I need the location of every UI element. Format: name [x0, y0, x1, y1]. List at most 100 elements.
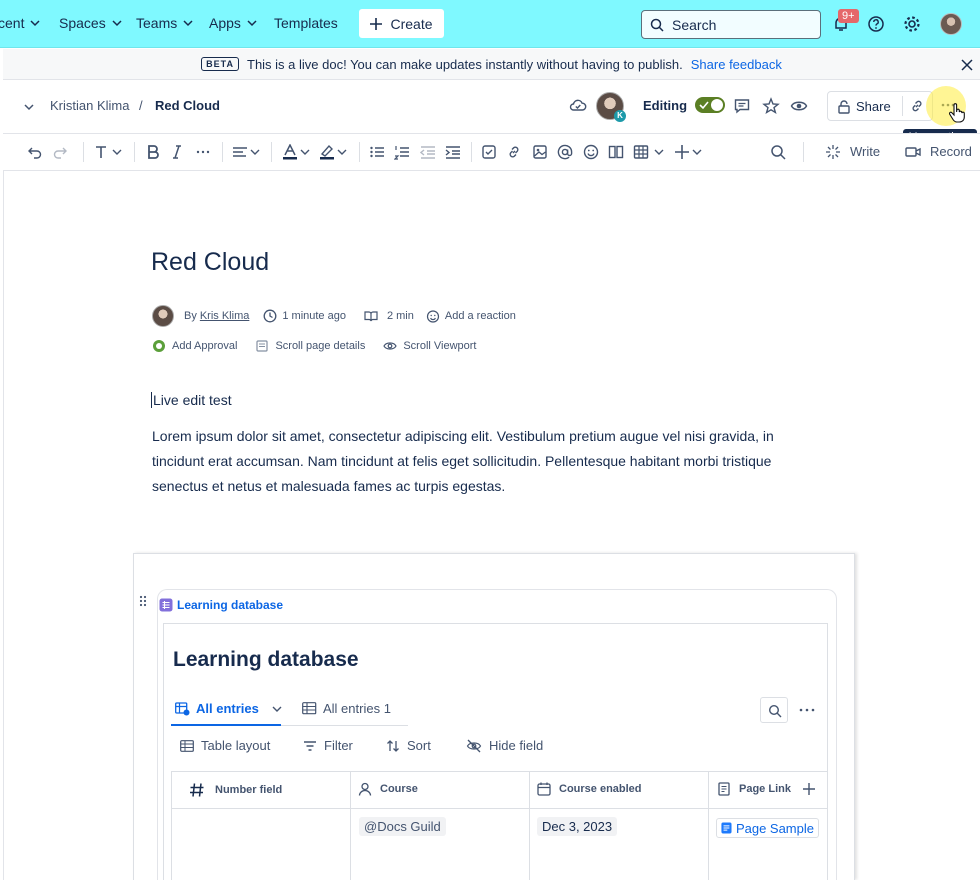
- tab-all-entries-label: All entries: [196, 701, 259, 716]
- text-color-icon[interactable]: [282, 144, 298, 160]
- chevron-down-icon[interactable]: [336, 144, 348, 160]
- editing-toggle[interactable]: [695, 97, 725, 113]
- more-formatting-icon[interactable]: [195, 144, 211, 160]
- byline-by: By: [184, 310, 197, 322]
- chevron-down-icon[interactable]: [299, 144, 311, 160]
- add-reaction-icon[interactable]: [426, 309, 440, 323]
- nav-teams-menu[interactable]: Teams: [136, 15, 193, 31]
- chevron-down-icon[interactable]: [23, 101, 35, 113]
- column-header-course-enabled[interactable]: Course enabled: [537, 782, 642, 796]
- lock-icon: [838, 100, 850, 114]
- top-navigation-bar: cent Spaces Teams Apps Templates Create …: [0, 0, 980, 48]
- align-left-icon[interactable]: [232, 144, 248, 160]
- chevron-down-icon[interactable]: [111, 144, 123, 160]
- nav-templates-link[interactable]: Templates: [274, 15, 338, 31]
- cell-course-mention[interactable]: @Docs Guild: [359, 817, 446, 836]
- bullet-list-icon[interactable]: [369, 144, 385, 160]
- gear-icon[interactable]: [903, 15, 921, 33]
- nav-recent-label: cent: [0, 15, 24, 31]
- comment-icon[interactable]: [733, 97, 751, 115]
- author-avatar[interactable]: [152, 305, 174, 327]
- cell-course-enabled-date[interactable]: Dec 3, 2023: [537, 817, 617, 836]
- chevron-down-icon[interactable]: [653, 144, 665, 160]
- nav-recent-menu[interactable]: cent: [0, 15, 40, 31]
- table-layout-button[interactable]: Table layout: [180, 738, 270, 753]
- star-icon[interactable]: [762, 97, 780, 115]
- filter-button[interactable]: Filter: [303, 738, 353, 753]
- add-approval-button[interactable]: Add Approval: [172, 340, 237, 352]
- emoji-icon[interactable]: [583, 144, 599, 160]
- link-icon[interactable]: [910, 99, 924, 113]
- close-icon[interactable]: [960, 58, 974, 72]
- read-time: 2 min: [387, 310, 414, 322]
- italic-icon[interactable]: [169, 144, 185, 160]
- eye-icon[interactable]: [790, 97, 808, 115]
- numbered-list-icon[interactable]: [394, 144, 410, 160]
- highlight-icon[interactable]: [319, 144, 335, 160]
- database-search-button[interactable]: [760, 697, 788, 723]
- insert-plus-icon[interactable]: [674, 144, 690, 160]
- paragraph-lorem[interactable]: Lorem ipsum dolor sit amet, consectetur …: [152, 424, 822, 499]
- sort-button[interactable]: Sort: [386, 738, 431, 753]
- scroll-viewport-button[interactable]: Scroll Viewport: [403, 340, 476, 352]
- task-checkbox-icon[interactable]: [481, 144, 497, 160]
- chevron-down-icon[interactable]: [691, 144, 703, 160]
- breadcrumb-parent[interactable]: Kristian Klima: [50, 98, 129, 113]
- column-header-course[interactable]: Course: [358, 782, 418, 796]
- ai-sparkle-icon[interactable]: [825, 144, 841, 160]
- hide-field-label: Hide field: [489, 738, 543, 753]
- nav-apps-label: Apps: [209, 15, 241, 31]
- bold-icon[interactable]: [145, 144, 161, 160]
- indent-icon[interactable]: [445, 144, 461, 160]
- search-input[interactable]: Search: [641, 10, 821, 39]
- video-record-icon[interactable]: [905, 144, 921, 160]
- column-header-page-link[interactable]: Page Link: [717, 782, 791, 796]
- toolbar-divider: [271, 142, 272, 162]
- write-label[interactable]: Write: [850, 144, 880, 159]
- clock-icon: [263, 309, 277, 323]
- cell-page-link-label: Page Sample: [736, 821, 814, 836]
- drag-handle-icon[interactable]: [138, 594, 148, 608]
- table-icon[interactable]: [633, 144, 649, 160]
- layout-columns-icon[interactable]: [608, 144, 624, 160]
- share-button[interactable]: Share: [827, 91, 933, 121]
- chevron-down-icon[interactable]: [271, 703, 283, 715]
- eye-off-icon: [466, 739, 482, 753]
- column-header-number[interactable]: Number field: [189, 782, 282, 798]
- page-byline: By Kris Klima 1 minute ago 2 min Add a r…: [152, 306, 516, 326]
- nav-spaces-menu[interactable]: Spaces: [59, 15, 122, 31]
- help-icon[interactable]: [867, 15, 885, 33]
- breadcrumb-current[interactable]: Red Cloud: [155, 98, 220, 113]
- image-icon[interactable]: [532, 144, 548, 160]
- mention-icon[interactable]: [557, 144, 573, 160]
- viewport-eye-icon: [383, 339, 397, 353]
- text-style-icon[interactable]: [94, 144, 110, 160]
- link-icon[interactable]: [506, 144, 522, 160]
- page-icon: [717, 782, 731, 796]
- paragraph-live-edit[interactable]: Live edit test: [151, 392, 232, 408]
- nav-apps-menu[interactable]: Apps: [209, 15, 257, 31]
- redo-icon[interactable]: [52, 144, 68, 160]
- find-replace-icon[interactable]: [770, 144, 786, 160]
- tab-all-entries[interactable]: All entries: [175, 701, 283, 716]
- profile-avatar[interactable]: [940, 13, 962, 35]
- share-feedback-link[interactable]: Share feedback: [691, 57, 782, 72]
- tab-all-entries-1[interactable]: All entries 1: [302, 701, 391, 716]
- create-button[interactable]: Create: [359, 9, 444, 38]
- author-link[interactable]: Kris Klima: [200, 310, 250, 322]
- add-column-icon[interactable]: [802, 782, 816, 796]
- chevron-down-icon[interactable]: [249, 144, 261, 160]
- undo-icon[interactable]: [27, 144, 43, 160]
- scroll-page-details-button[interactable]: Scroll page details: [275, 340, 365, 352]
- hide-field-button[interactable]: Hide field: [466, 738, 543, 753]
- database-more-icon[interactable]: [798, 703, 816, 717]
- record-label[interactable]: Record: [930, 144, 972, 159]
- sort-icon: [386, 739, 400, 753]
- share-divider: [902, 96, 903, 116]
- add-reaction-button[interactable]: Add a reaction: [445, 310, 516, 322]
- page-title[interactable]: Red Cloud: [151, 248, 269, 277]
- outdent-icon[interactable]: [420, 144, 436, 160]
- share-part[interactable]: Share: [838, 99, 891, 114]
- cell-page-link[interactable]: Page Sample: [716, 818, 819, 838]
- database-link-chip[interactable]: Learning database: [159, 598, 283, 612]
